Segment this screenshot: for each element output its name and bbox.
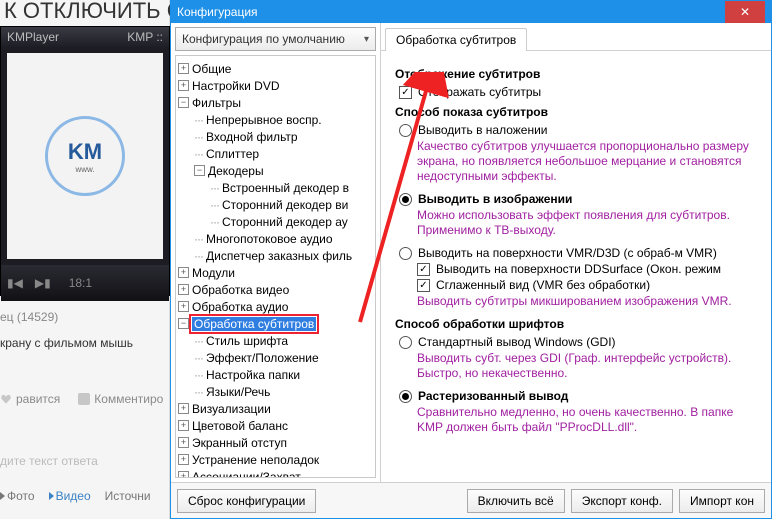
play-icon	[49, 492, 54, 500]
tree-dec-builtin[interactable]: ···Встроенный декодер в	[178, 179, 373, 196]
radio-raster[interactable]	[399, 390, 412, 403]
profile-combo[interactable]: Конфигурация по умолчанию ▾	[175, 27, 376, 51]
bg-instruction: крану с фильмом мышь	[0, 336, 133, 350]
chevron-down-icon: ▾	[364, 34, 369, 45]
label-ddsurface: Выводить на поверхности DDSurface (Окон.…	[436, 262, 721, 276]
tree-trouble[interactable]: +Устранение неполадок	[178, 451, 373, 468]
kmp-time: 18:1	[69, 276, 92, 290]
answer-input[interactable]: дите текст ответа	[0, 454, 98, 468]
tree-modules[interactable]: +Модули	[178, 264, 373, 281]
close-icon: ✕	[740, 5, 750, 19]
tree-multi[interactable]: ···Многопотоковое аудио	[178, 230, 373, 247]
tab-source[interactable]: Источни	[105, 489, 151, 503]
tree-filters-split[interactable]: ···Сплиттер	[178, 145, 373, 162]
radio-gdi[interactable]	[399, 336, 412, 349]
label-raster: Растеризованный вывод	[418, 389, 568, 403]
group-method: Способ показа субтитров	[395, 105, 757, 119]
radio-overlay[interactable]	[399, 124, 412, 137]
kmp-controls[interactable]: ▮◀ ▶▮ 18:1	[1, 265, 169, 301]
tree-subtitle-proc[interactable]: −Обработка субтитров	[178, 315, 373, 332]
label-smooth: Сглаженный вид (VMR без обработки)	[436, 278, 650, 292]
bg-meta: ец (14529)	[0, 306, 58, 328]
desc-image: Можно использовать эффект появления для …	[417, 208, 757, 238]
tree-video-proc[interactable]: +Обработка видео	[178, 281, 373, 298]
tree-filters-in[interactable]: ···Входной фильтр	[178, 128, 373, 145]
tab-video[interactable]: Видео	[49, 489, 91, 503]
kmp-title-left: KMPlayer	[7, 30, 59, 44]
kmplayer-window: KMPlayer KMP :: KM www. ▮◀ ▶▮ 18:1	[0, 26, 170, 296]
tree-general[interactable]: +Общие	[178, 60, 373, 77]
tree-sub-font[interactable]: ···Стиль шрифта	[178, 332, 373, 349]
label-image: Выводить в изображении	[418, 192, 572, 206]
bg-page-title: К ОТКЛЮЧИТЬ СУ	[0, 0, 196, 24]
tree-color[interactable]: +Цветовой баланс	[178, 417, 373, 434]
radio-vmr[interactable]	[399, 247, 412, 260]
play-icon[interactable]: ▶▮	[35, 276, 51, 290]
desc-overlay: Качество субтитров улучшается пропорцион…	[417, 139, 757, 184]
tree-dvd[interactable]: +Настройки DVD	[178, 77, 373, 94]
include-all-button[interactable]: Включить всё	[467, 489, 565, 513]
tree-dec-extv[interactable]: ···Сторонний декодер ви	[178, 196, 373, 213]
tree-audio-proc[interactable]: +Обработка аудио	[178, 298, 373, 315]
dialog-title: Конфигурация	[177, 5, 258, 19]
close-button[interactable]: ✕	[725, 1, 765, 23]
radio-image[interactable]	[399, 193, 412, 206]
comment-button[interactable]: Комментиро	[78, 392, 163, 406]
heart-icon	[0, 393, 12, 405]
tree-pan[interactable]: +Экранный отступ	[178, 434, 373, 451]
tab-photo[interactable]: Фото	[0, 489, 35, 503]
desc-vmr: Выводить субтитры микшированием изображе…	[417, 294, 757, 309]
tree-filters[interactable]: −Фильтры	[178, 94, 373, 111]
group-display: Отображение субтитров	[395, 67, 757, 81]
kmplayer-logo: KM www.	[45, 116, 125, 196]
tree-disp[interactable]: ···Диспетчер заказных филь	[178, 247, 373, 264]
comment-icon	[78, 393, 90, 405]
tree-sub-effect[interactable]: ···Эффект/Положение	[178, 349, 373, 366]
kmp-title-right: KMP ::	[127, 30, 163, 44]
config-dialog: Конфигурация ✕ Конфигурация по умолчанию…	[170, 0, 772, 519]
profile-combo-label: Конфигурация по умолчанию	[182, 32, 345, 46]
label-gdi: Стандартный вывод Windows (GDI)	[418, 335, 616, 349]
tree-decoders[interactable]: −Декодеры	[178, 162, 373, 179]
group-fontproc: Способ обработки шрифтов	[395, 317, 757, 331]
tab-subtitle-proc[interactable]: Обработка субтитров	[385, 28, 527, 51]
label-vmr: Выводить на поверхности VMR/D3D (с обраб…	[418, 246, 717, 260]
export-button[interactable]: Экспорт конф.	[571, 489, 673, 513]
desc-gdi: Выводить субт. через GDI (Граф. интерфей…	[417, 351, 757, 381]
tree-vis[interactable]: +Визуализации	[178, 400, 373, 417]
checkbox-smooth[interactable]	[417, 279, 430, 292]
tree-sub-folder[interactable]: ···Настройка папки	[178, 366, 373, 383]
play-icon	[0, 492, 5, 500]
label-show-subs: Отображать субтитры	[418, 85, 541, 99]
like-button[interactable]: равится	[0, 392, 60, 406]
label-overlay: Выводить в наложении	[418, 123, 548, 137]
tree-assoc[interactable]: +Ассоциации/Захват	[178, 468, 373, 478]
tree-sub-lang[interactable]: ···Языки/Речь	[178, 383, 373, 400]
settings-tree[interactable]: +Общие +Настройки DVD −Фильтры ···Непрер…	[175, 55, 376, 478]
checkbox-show-subs[interactable]	[399, 86, 412, 99]
import-button[interactable]: Импорт кон	[679, 489, 765, 513]
prev-icon[interactable]: ▮◀	[7, 276, 23, 290]
desc-raster: Сравнительно медленно, но очень качестве…	[417, 405, 757, 435]
reset-button[interactable]: Сброс конфигурации	[177, 489, 316, 513]
tree-filters-cont[interactable]: ···Непрерывное воспр.	[178, 111, 373, 128]
tree-dec-exta[interactable]: ···Сторонний декодер ау	[178, 213, 373, 230]
checkbox-ddsurface[interactable]	[417, 263, 430, 276]
